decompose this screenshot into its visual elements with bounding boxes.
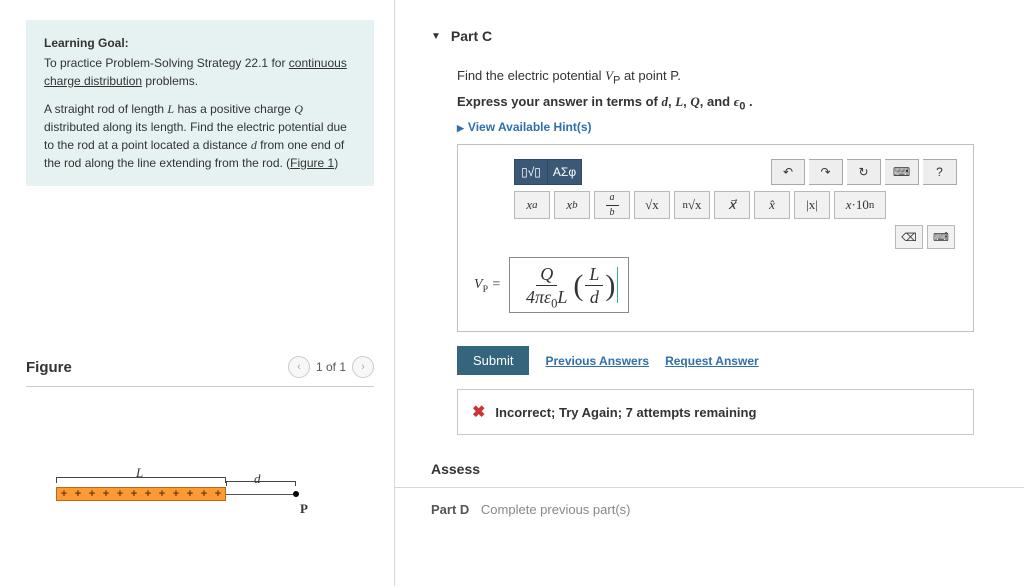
label-L: L (136, 465, 143, 481)
sym-sqrt[interactable]: √x (634, 191, 670, 219)
assess-heading: Assess (431, 461, 1024, 477)
figure-page-indicator: 1 of 1 (316, 360, 346, 374)
part-d-text: Complete previous part(s) (481, 502, 631, 517)
learning-goal-label: Learning Goal: (44, 34, 356, 52)
rod: ++++++++++++ (56, 487, 226, 501)
part-d-label: Part D (431, 502, 469, 517)
answer-box: ▯√▯ ΑΣφ ↶ ↷ ↻ ⌨ ? xa xb ab √x n√x x⃗ (457, 144, 974, 332)
keyboard-button[interactable]: ⌨ (885, 159, 919, 185)
submit-button[interactable]: Submit (457, 346, 529, 375)
chevron-right-icon: ▶ (457, 123, 464, 133)
sym-scinot[interactable]: x·10n (834, 191, 886, 219)
feedback-box: ✖ Incorrect; Try Again; 7 attempts remai… (457, 389, 974, 435)
label-d: d (254, 471, 261, 487)
goal-text-a: To practice Problem-Solving Strategy 22.… (44, 56, 289, 70)
point-P (293, 491, 299, 497)
figure-next-button[interactable]: › (352, 356, 374, 378)
part-title: Part C (451, 28, 492, 44)
view-hints-toggle[interactable]: ▶View Available Hint(s) (457, 120, 974, 134)
prompt: Find the electric potential VP at point … (457, 68, 974, 84)
figure-diagram: L ++++++++++++ d P (56, 467, 316, 527)
incorrect-icon: ✖ (472, 402, 485, 422)
sym-subscript[interactable]: xb (554, 191, 590, 219)
figure-prev-button[interactable]: ‹ (288, 356, 310, 378)
express-instruction: Express your answer in terms of d, L, Q,… (457, 94, 974, 110)
learning-goal-box: Learning Goal: To practice Problem-Solvi… (26, 20, 374, 186)
collapse-icon: ▼ (431, 31, 441, 42)
sym-hat[interactable]: x̂ (754, 191, 790, 219)
previous-answers-link[interactable]: Previous Answers (545, 354, 649, 368)
undo-button[interactable]: ↶ (771, 159, 805, 185)
templates-button[interactable]: ▯√▯ (514, 159, 548, 185)
greek-button[interactable]: ΑΣφ (548, 159, 582, 185)
answer-den1: 4πε0L (522, 286, 571, 306)
answer-num1: Q (536, 265, 557, 286)
keyboard-toggle-button[interactable]: ⌨̂ (927, 225, 955, 249)
answer-num2: L (585, 265, 603, 286)
label-P: P (300, 501, 308, 517)
figure-link[interactable]: Figure 1 (290, 156, 334, 170)
sym-superscript[interactable]: xa (514, 191, 550, 219)
sym-vector[interactable]: x⃗ (714, 191, 750, 219)
goal-text-b: problems. (142, 74, 198, 88)
redo-button[interactable]: ↷ (809, 159, 843, 185)
request-answer-link[interactable]: Request Answer (665, 354, 759, 368)
problem-statement: A straight rod of length L has a positiv… (44, 100, 356, 172)
figure-title: Figure (26, 359, 72, 376)
part-d-row: Part D Complete previous part(s) (395, 487, 1024, 517)
sym-fraction[interactable]: ab (594, 191, 630, 219)
answer-input[interactable]: Q 4πε0L ( L d ) (509, 257, 629, 313)
answer-lhs: VP = (474, 277, 501, 293)
sym-nroot[interactable]: n√x (674, 191, 710, 219)
feedback-text: Incorrect; Try Again; 7 attempts remaini… (495, 405, 756, 420)
help-button[interactable]: ? (923, 159, 957, 185)
part-c-header[interactable]: ▼ Part C (395, 0, 1024, 54)
sym-abs[interactable]: |x| (794, 191, 830, 219)
answer-den2: d (586, 286, 603, 306)
backspace-button[interactable]: ⌫ (895, 225, 923, 249)
reset-button[interactable]: ↻ (847, 159, 881, 185)
